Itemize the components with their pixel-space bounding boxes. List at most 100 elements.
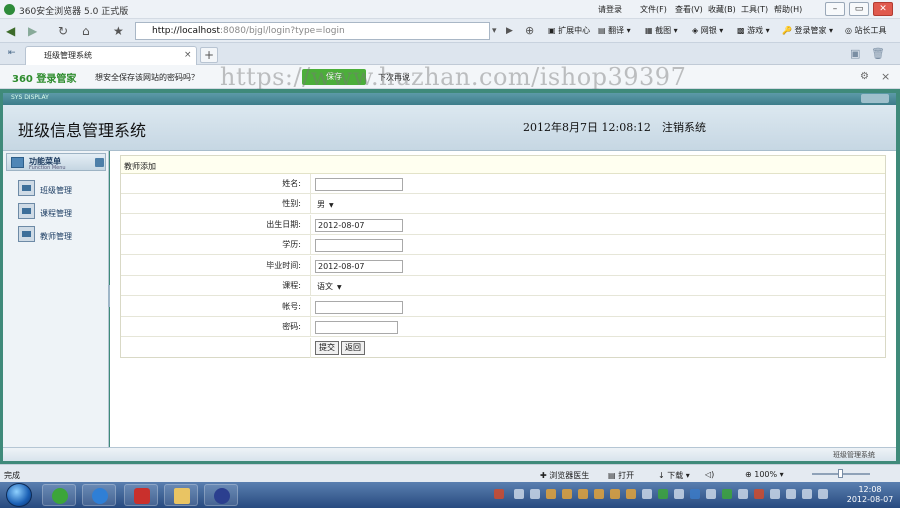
app-tool-icon bbox=[134, 488, 150, 504]
tray-volume-icon[interactable] bbox=[818, 489, 828, 499]
notify-close-icon[interactable]: × bbox=[881, 70, 890, 83]
tray-icon[interactable] bbox=[530, 489, 540, 499]
tab-label: 班级管理系统 bbox=[44, 51, 92, 60]
form-row-account: 帐号: bbox=[121, 297, 885, 317]
go-icon[interactable]: ▶ bbox=[506, 22, 513, 40]
logout-link[interactable]: 注销系统 bbox=[662, 119, 706, 135]
sidebar-toggle-icon[interactable]: ⇤ bbox=[8, 48, 16, 58]
forward-icon[interactable]: ▶ bbox=[28, 22, 37, 40]
sidebar-item-label: 教师管理 bbox=[40, 232, 72, 241]
folder-icon bbox=[174, 488, 190, 504]
tab-class-system[interactable]: 班级管理系统 × bbox=[25, 46, 197, 65]
settings-gear-icon[interactable]: ⚙ bbox=[860, 71, 869, 82]
zoom-slider-handle[interactable] bbox=[838, 469, 843, 478]
back-button[interactable]: 返回 bbox=[341, 341, 365, 355]
login-link[interactable]: 请登录 bbox=[598, 4, 622, 15]
back-icon[interactable]: ◀ bbox=[6, 22, 15, 40]
screenshot-button[interactable]: ▦ 截图 ▾ bbox=[645, 25, 678, 36]
ext-center-button[interactable]: ▣ 扩展中心 bbox=[548, 25, 590, 36]
sidebar-item-course-management[interactable]: 课程管理 bbox=[18, 203, 103, 221]
maximize-button[interactable]: ▭ bbox=[849, 2, 869, 16]
favorite-star-icon[interactable]: ★ bbox=[113, 22, 124, 40]
webmaster-tools-button[interactable]: ◎ 站长工具 bbox=[845, 25, 887, 36]
address-input[interactable]: http://localhost:8080/bjgl/login?type=lo… bbox=[135, 22, 490, 40]
login-manager-button[interactable]: 🔑 登录管家 ▾ bbox=[782, 25, 833, 36]
collapse-icon[interactable] bbox=[95, 158, 104, 167]
start-button[interactable] bbox=[6, 483, 32, 507]
sidebar-item-teacher-management[interactable]: 教师管理 bbox=[18, 226, 103, 244]
form-header: 教师添加 bbox=[121, 156, 885, 174]
trash-icon[interactable]: 🗑 bbox=[871, 47, 885, 60]
taskbar-app-tool[interactable] bbox=[124, 484, 158, 506]
tab-close-icon[interactable]: × bbox=[184, 47, 192, 64]
tray-qq-icon[interactable] bbox=[594, 489, 604, 499]
taskbar-clock[interactable]: 12:08 2012-08-07 bbox=[845, 485, 895, 505]
zoom-level[interactable]: ⊕ 100% ▾ bbox=[745, 470, 784, 479]
browser-doctor-button[interactable]: ✚ 浏览器医生 bbox=[540, 470, 589, 481]
tray-qq-icon[interactable] bbox=[578, 489, 588, 499]
tray-icon[interactable] bbox=[738, 489, 748, 499]
speaker-icon[interactable]: ◁) bbox=[705, 470, 714, 479]
tray-ime-icon[interactable] bbox=[494, 489, 504, 499]
tray-qq-icon[interactable] bbox=[610, 489, 620, 499]
menu-icon bbox=[11, 157, 24, 168]
minimize-button[interactable]: – bbox=[825, 2, 845, 16]
bank-button[interactable]: ◈ 网银 ▾ bbox=[692, 25, 723, 36]
tray-shield-icon[interactable] bbox=[690, 489, 700, 499]
tray-qq-icon[interactable] bbox=[562, 489, 572, 499]
close-window-button[interactable]: ✕ bbox=[873, 2, 893, 16]
new-tab-button[interactable]: + bbox=[200, 47, 218, 63]
menu-favorites[interactable]: 收藏(B) bbox=[708, 4, 736, 15]
form-row-password: 密码: bbox=[121, 317, 885, 337]
translate-button[interactable]: ▤ 翻译 ▾ bbox=[598, 25, 631, 36]
submit-button[interactable]: 提交 bbox=[315, 341, 339, 355]
tray-icon[interactable] bbox=[770, 489, 780, 499]
taskbar-app-explorer[interactable] bbox=[164, 484, 198, 506]
tray-qq-icon[interactable] bbox=[626, 489, 636, 499]
gender-select[interactable]: 男 ▼ bbox=[315, 198, 334, 211]
password-input[interactable] bbox=[315, 321, 398, 334]
name-input[interactable] bbox=[315, 178, 403, 191]
course-select[interactable]: 语文 ▼ bbox=[315, 280, 342, 293]
taskbar-app-eclipse[interactable] bbox=[204, 484, 238, 506]
education-input[interactable] bbox=[315, 239, 403, 252]
taskbar-app-360-browser[interactable] bbox=[42, 484, 76, 506]
course-management-icon bbox=[18, 203, 35, 219]
address-dropdown-icon[interactable]: ▾ bbox=[492, 22, 497, 40]
tray-icon[interactable] bbox=[674, 489, 684, 499]
tray-icon[interactable] bbox=[754, 489, 764, 499]
menu-file[interactable]: 文件(F) bbox=[640, 4, 667, 15]
form-row-graduation: 毕业时间: 2012-08-07 bbox=[121, 256, 885, 276]
address-host: http://localhost bbox=[152, 26, 220, 36]
shield-icon[interactable]: ⊕ bbox=[525, 22, 534, 40]
birthdate-input[interactable]: 2012-08-07 bbox=[315, 219, 403, 232]
tray-icon[interactable] bbox=[786, 489, 796, 499]
games-button[interactable]: ▩ 游戏 ▾ bbox=[737, 25, 770, 36]
tray-icon[interactable] bbox=[722, 489, 732, 499]
account-input[interactable] bbox=[315, 301, 403, 314]
tray-360-icon[interactable] bbox=[658, 489, 668, 499]
tray-icon[interactable] bbox=[514, 489, 524, 499]
tray-icon[interactable] bbox=[706, 489, 716, 499]
menu-help[interactable]: 帮助(H) bbox=[774, 4, 802, 15]
download-button[interactable]: ↓ 下载 ▾ bbox=[658, 470, 690, 481]
graduation-date-input[interactable]: 2012-08-07 bbox=[315, 260, 403, 273]
frame-title: SYS DISPLAY bbox=[11, 94, 49, 101]
sidebar-item-class-management[interactable]: 班级管理 bbox=[18, 180, 103, 198]
app-title: 班级信息管理系统 bbox=[18, 121, 147, 140]
browser-title: 360安全浏览器 5.0 正式版 bbox=[19, 7, 129, 17]
form-row-birthdate: 出生日期: 2012-08-07 bbox=[121, 215, 885, 235]
tray-icon[interactable] bbox=[642, 489, 652, 499]
open-button[interactable]: ▤ 打开 bbox=[608, 470, 634, 481]
frame-window-controls[interactable] bbox=[861, 94, 889, 103]
field-label: 密码: bbox=[121, 317, 311, 337]
tabs-overview-icon[interactable]: ▣ bbox=[850, 47, 860, 60]
menu-tools[interactable]: 工具(T) bbox=[741, 4, 768, 15]
taskbar-app-ie[interactable] bbox=[82, 484, 116, 506]
menu-view[interactable]: 查看(V) bbox=[675, 4, 703, 15]
form-row-course: 课程: 语文 ▼ bbox=[121, 276, 885, 296]
tray-network-icon[interactable] bbox=[802, 489, 812, 499]
refresh-icon[interactable]: ↻ bbox=[58, 22, 68, 40]
home-icon[interactable]: ⌂ bbox=[82, 22, 90, 40]
tray-qq-icon[interactable] bbox=[546, 489, 556, 499]
